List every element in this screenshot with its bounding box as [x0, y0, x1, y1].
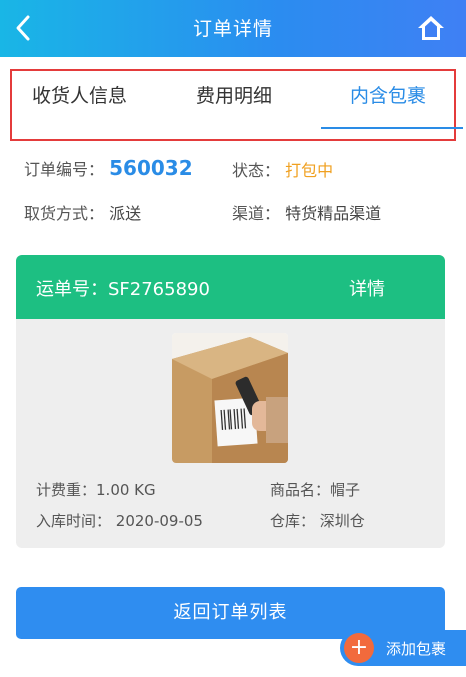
order-number-row: 订单编号： 560032 — [24, 156, 193, 180]
warehouse: 仓库： 深圳仓 — [270, 510, 365, 531]
home-icon[interactable] — [416, 13, 446, 43]
tab-fee-details[interactable]: 费用明细 — [196, 81, 272, 108]
inbound-time-label: 入库时间： — [36, 512, 112, 530]
order-number-value: 560032 — [109, 156, 193, 180]
warehouse-value: 深圳仓 — [319, 512, 365, 530]
pickup-method-row: 取货方式： 派送 — [24, 200, 141, 224]
tab-bar: 收货人信息 费用明细 内含包裹 — [10, 69, 463, 141]
charge-weight-value: 1.00 KG — [96, 481, 156, 499]
package-scan-image — [172, 333, 288, 463]
active-tab-indicator — [321, 127, 463, 129]
package-card-header: 运单号：SF2765890 详情 — [16, 255, 445, 319]
warehouse-label: 仓库： — [270, 512, 316, 530]
add-package-button[interactable]: + 添加包裹 — [340, 630, 466, 666]
product-name: 商品名：帽子 — [270, 479, 360, 500]
product-name-value: 帽子 — [330, 481, 361, 499]
package-detail-link[interactable]: 详情 — [349, 275, 385, 301]
inbound-time-value: 2020-09-05 — [115, 512, 203, 530]
tab-included-packages[interactable]: 内含包裹 — [350, 81, 426, 108]
waybill-value: SF2765890 — [108, 279, 210, 300]
plus-icon: + — [344, 633, 374, 663]
charge-weight-label: 计费重： — [36, 481, 97, 499]
page-title: 订单详情 — [192, 18, 273, 40]
pickup-method-label: 取货方式： — [24, 204, 105, 223]
channel-label: 渠道： — [232, 204, 281, 223]
waybill-label: 运单号： — [36, 279, 108, 300]
channel-value: 特货精品渠道 — [285, 204, 382, 223]
order-status-label: 状态： — [232, 161, 281, 180]
order-status-value: 打包中 — [285, 161, 334, 180]
package-photo — [172, 333, 288, 463]
tab-consignee-info[interactable]: 收货人信息 — [32, 81, 127, 108]
charge-weight: 计费重：1.00 KG — [36, 479, 156, 500]
product-name-label: 商品名： — [270, 481, 331, 499]
app-header: 订单详情 — [0, 0, 466, 57]
channel-row: 渠道： 特货精品渠道 — [232, 200, 381, 224]
order-number-label: 订单编号： — [24, 160, 105, 179]
package-card: 运单号：SF2765890 详情 计费重：1.00 KG 商品名：帽子 入库时间… — [16, 255, 445, 548]
pickup-method-value: 派送 — [109, 204, 142, 223]
add-package-label: 添加包裹 — [386, 640, 447, 658]
waybill-number: 运单号：SF2765890 — [36, 275, 210, 301]
order-status-row: 状态： 打包中 — [232, 157, 333, 181]
inbound-time: 入库时间： 2020-09-05 — [36, 510, 203, 531]
